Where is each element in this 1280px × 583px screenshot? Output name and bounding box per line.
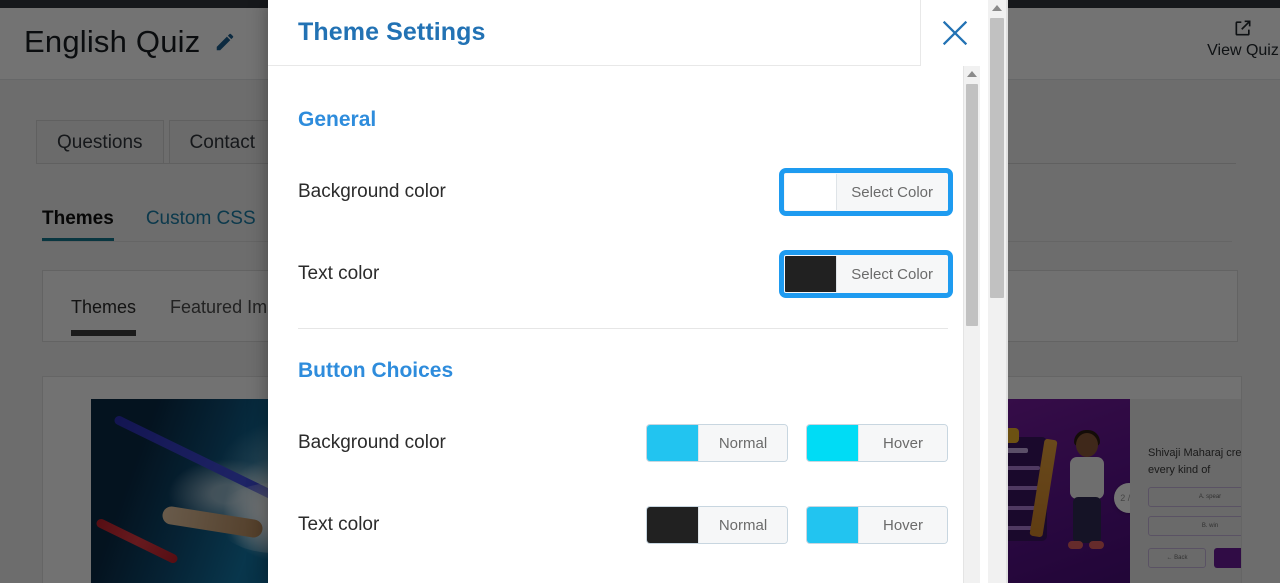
- button-bg-hover-picker[interactable]: Hover: [806, 424, 948, 462]
- modal-body-scrollbar[interactable]: [963, 66, 980, 583]
- picker-label: Select Color: [837, 174, 947, 210]
- color-swatch: [807, 507, 859, 543]
- section-divider: [298, 328, 948, 329]
- field-label: Background color: [298, 432, 446, 453]
- field-label: Text color: [298, 514, 380, 535]
- picker-label: Hover: [859, 425, 947, 461]
- color-swatch: [647, 425, 699, 461]
- button-text-normal-picker[interactable]: Normal: [646, 506, 788, 544]
- color-swatch: [807, 425, 859, 461]
- scrollbar-edge: [1006, 0, 1008, 583]
- field-label: Text color: [298, 263, 380, 284]
- picker-group: Select Color: [779, 250, 953, 298]
- color-swatch: [785, 256, 838, 292]
- theme-settings-modal: Theme Settings General Background color …: [268, 0, 988, 583]
- scroll-up-arrow[interactable]: [988, 0, 1006, 16]
- field-general-text-color: Text color Select Color: [298, 246, 953, 302]
- scroll-thumb[interactable]: [966, 84, 978, 326]
- scroll-up-arrow[interactable]: [964, 66, 980, 82]
- modal-title: Theme Settings: [298, 18, 486, 46]
- modal-header: Theme Settings: [268, 0, 988, 66]
- section-title-general: General: [298, 108, 377, 131]
- picker-label: Normal: [699, 507, 787, 543]
- close-button[interactable]: [920, 0, 988, 66]
- screen: English Quiz View Quiz Questions Contact: [0, 0, 1280, 583]
- button-bg-normal-picker[interactable]: Normal: [646, 424, 788, 462]
- color-swatch: [785, 174, 838, 210]
- text-color-picker[interactable]: Select Color: [779, 250, 953, 298]
- picker-group: Normal Hover: [646, 506, 948, 544]
- field-label: Background color: [298, 181, 446, 202]
- picker-label: Normal: [699, 425, 787, 461]
- background-color-picker[interactable]: Select Color: [779, 168, 953, 216]
- field-general-background-color: Background color Select Color: [298, 164, 953, 220]
- picker-label: Select Color: [837, 256, 947, 292]
- field-button-background-color: Background color Normal Hover: [298, 415, 948, 471]
- picker-group: Select Color: [779, 168, 953, 216]
- modal-body: General Background color Select Color Te…: [268, 66, 988, 583]
- color-swatch: [647, 507, 699, 543]
- page-scrollbar[interactable]: [988, 0, 1006, 583]
- picker-group: Normal Hover: [646, 424, 948, 462]
- section-title-button-choices: Button Choices: [298, 359, 454, 382]
- close-icon: [942, 20, 967, 46]
- picker-label: Hover: [859, 507, 947, 543]
- button-text-hover-picker[interactable]: Hover: [806, 506, 948, 544]
- field-button-text-color: Text color Normal Hover: [298, 497, 948, 553]
- scroll-thumb[interactable]: [990, 18, 1004, 298]
